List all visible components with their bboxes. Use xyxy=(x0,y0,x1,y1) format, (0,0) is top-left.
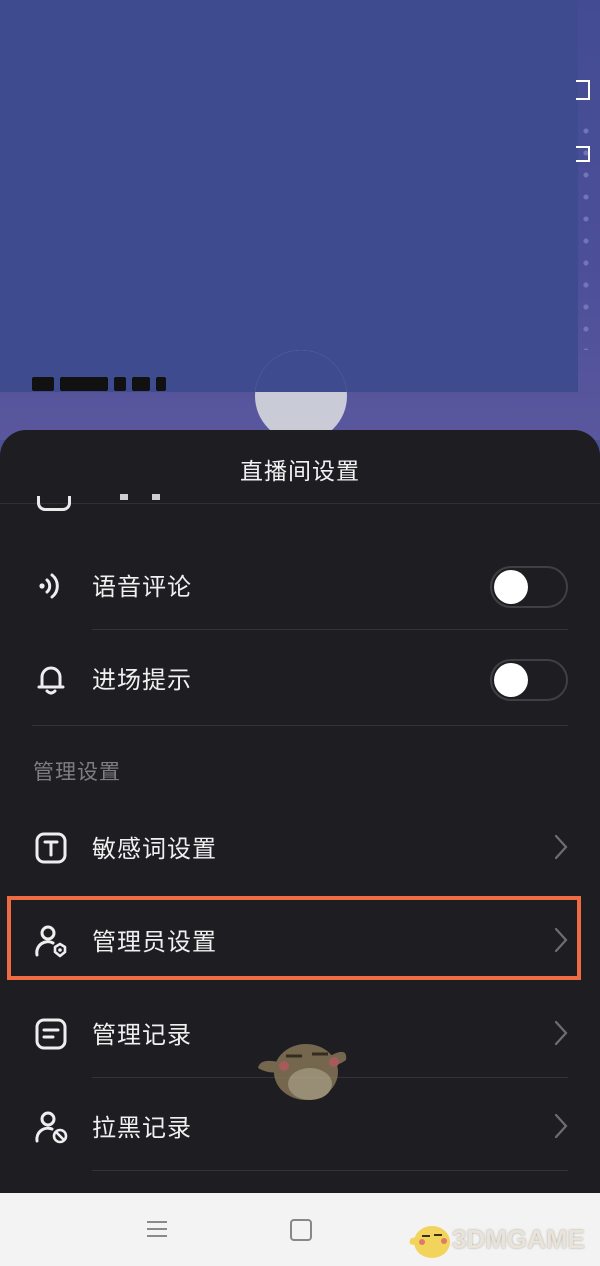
user-block-icon xyxy=(35,1111,68,1144)
chevron-right-icon xyxy=(554,1020,568,1046)
host-avatar xyxy=(255,350,347,442)
mascot-watermark-icon xyxy=(258,1044,347,1100)
section-divider xyxy=(32,725,568,726)
voice-icon xyxy=(39,573,59,599)
voice-comment-label: 语音评论 xyxy=(92,573,192,601)
background-overlay xyxy=(0,0,578,392)
admin-log-label: 管理记录 xyxy=(92,1021,192,1049)
site-watermark: 3DMGAME xyxy=(408,1212,593,1262)
row-sensitive-words[interactable]: 敏感词设置 xyxy=(0,800,600,892)
document-icon xyxy=(35,1018,67,1050)
live-room-settings-sheet: 直播间设置 语音评论 进场提示 管理设置 敏感词设置 管理员设置 管理记录 拉黑… xyxy=(0,430,600,1193)
watermark-mascot-icon xyxy=(409,1226,450,1258)
title-divider xyxy=(0,503,600,504)
menu-icon[interactable] xyxy=(146,1220,168,1238)
background-glyph xyxy=(576,146,590,162)
highlight-box xyxy=(7,896,581,980)
row-divider xyxy=(92,1170,568,1171)
voice-comment-toggle[interactable] xyxy=(490,566,568,608)
background-glyph xyxy=(576,80,590,100)
entry-notice-toggle[interactable] xyxy=(490,659,568,701)
sensitive-words-label: 敏感词设置 xyxy=(92,835,217,863)
section-title: 管理设置 xyxy=(33,760,121,784)
toggle-knob xyxy=(494,663,528,697)
row-divider xyxy=(92,629,568,630)
bell-icon xyxy=(37,666,65,695)
toggle-knob xyxy=(494,570,528,604)
block-log-label: 拉黑记录 xyxy=(92,1114,192,1142)
text-t-icon xyxy=(35,832,67,864)
row-entry-notice: 进场提示 xyxy=(0,631,600,723)
entry-notice-label: 进场提示 xyxy=(92,666,192,694)
chevron-right-icon xyxy=(554,1113,568,1139)
chevron-right-icon xyxy=(554,834,568,860)
watermark-text: 3DMGAME xyxy=(452,1224,585,1254)
home-icon[interactable] xyxy=(290,1219,312,1241)
scrolled-item-icon xyxy=(37,496,71,511)
background-caption xyxy=(32,372,207,396)
row-voice-comment: 语音评论 xyxy=(0,538,600,630)
scrolled-item-label xyxy=(120,494,160,500)
sheet-title: 直播间设置 xyxy=(240,459,360,485)
